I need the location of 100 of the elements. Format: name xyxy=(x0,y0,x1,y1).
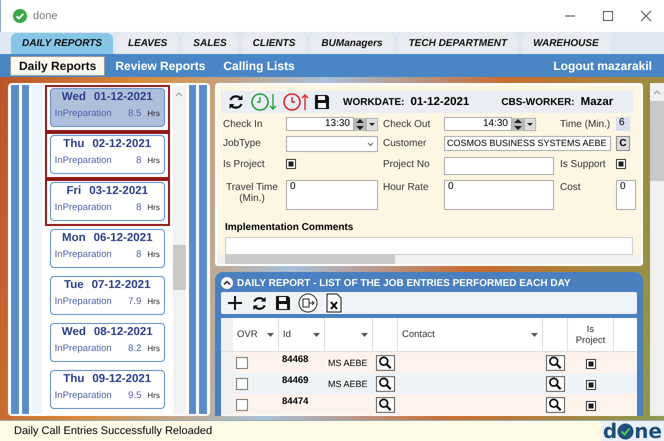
scrollbar[interactable] xyxy=(172,85,186,414)
caret-icon xyxy=(367,142,374,146)
tab[interactable]: DAILY REPORTS xyxy=(11,33,114,54)
status: InPreparation xyxy=(54,390,112,401)
weekday: Wed xyxy=(62,326,86,338)
time-minutes-field: 6 xyxy=(616,117,630,131)
day-card[interactable]: Thu 09-12-2021 InPreparation 9.5 Hrs xyxy=(50,370,165,409)
checkbox[interactable] xyxy=(586,400,596,410)
header-corner xyxy=(221,318,233,351)
export-icon[interactable] xyxy=(298,293,318,313)
filter-icon[interactable] xyxy=(267,332,274,336)
search-icon[interactable] xyxy=(546,396,565,414)
collapse-icon[interactable] xyxy=(221,277,233,289)
checkbox[interactable] xyxy=(236,356,248,368)
spinner-icon[interactable] xyxy=(354,118,366,130)
day-card[interactable]: Mon 06-12-2021 InPreparation 8 Hrs xyxy=(50,229,165,268)
column-header[interactable]: OVR xyxy=(233,318,279,351)
comments-field[interactable] xyxy=(225,237,633,255)
filter-icon[interactable] xyxy=(531,332,538,336)
status: InPreparation xyxy=(54,343,112,354)
field-label: Check Out xyxy=(383,118,432,130)
search-icon[interactable] xyxy=(376,374,395,392)
column-header[interactable]: Is Project xyxy=(568,318,614,351)
customer-button[interactable]: C xyxy=(616,136,630,151)
refresh-icon[interactable] xyxy=(227,93,245,111)
logout-link[interactable]: Logout mazarakil xyxy=(545,56,660,76)
plus-icon[interactable] xyxy=(227,295,243,311)
cost-field[interactable]: 0 xyxy=(616,180,636,210)
column-header[interactable]: Id xyxy=(279,318,325,351)
worker-label: CBS-WORKER: xyxy=(501,96,575,108)
field-label: Travel Time (Min.) xyxy=(225,181,279,204)
day-card[interactable]: Tue 07-12-2021 InPreparation 7.9 Hrs xyxy=(50,276,165,315)
scrollbar[interactable] xyxy=(650,83,664,416)
spreadsheet-file-icon[interactable] xyxy=(326,293,342,313)
checkbox[interactable] xyxy=(586,358,596,368)
search-icon[interactable] xyxy=(546,374,565,392)
nav-link[interactable]: Calling Lists xyxy=(215,56,303,76)
chevron-up-icon[interactable] xyxy=(175,91,184,97)
day-card[interactable]: Wed 08-12-2021 InPreparation 8.2 Hrs xyxy=(50,323,165,362)
nav-link[interactable]: Review Reports xyxy=(107,56,214,76)
dropdown-icon[interactable] xyxy=(524,118,536,130)
save-icon[interactable] xyxy=(315,95,329,109)
clock-down-icon[interactable] xyxy=(251,92,277,112)
scroll-thumb[interactable] xyxy=(225,255,395,264)
column-header[interactable]: Contact xyxy=(398,318,543,351)
tab[interactable]: LEAVES xyxy=(117,33,178,54)
scroll-thumb[interactable] xyxy=(172,245,186,290)
check-circle-icon xyxy=(617,422,634,440)
checkbox[interactable] xyxy=(236,378,248,390)
date: 03-12-2021 xyxy=(89,185,148,197)
weekday: Thu xyxy=(63,138,84,150)
search-icon[interactable] xyxy=(546,354,565,372)
tab[interactable]: BUManagers xyxy=(310,33,394,54)
dropdown-icon[interactable] xyxy=(366,118,378,130)
table-cell: 84474 xyxy=(282,396,308,407)
tab[interactable]: WAREHOUSE xyxy=(522,33,610,54)
scroll-thumb[interactable] xyxy=(650,101,664,181)
workdate-value: 01-12-2021 xyxy=(410,96,470,108)
status: InPreparation xyxy=(54,108,112,119)
spinner-icon[interactable] xyxy=(512,118,524,130)
travel-time-field[interactable]: 0 xyxy=(286,180,378,210)
search-icon[interactable] xyxy=(376,354,395,372)
weekday: Wed xyxy=(62,91,86,103)
time-field[interactable]: 14:30 xyxy=(444,117,512,131)
close-icon[interactable] xyxy=(640,10,652,22)
checkbox[interactable] xyxy=(586,380,596,390)
status: InPreparation xyxy=(54,249,112,260)
time-field[interactable]: 13:30 xyxy=(286,117,354,131)
field-label: Project No xyxy=(383,158,431,170)
checkbox[interactable] xyxy=(616,159,626,169)
date: 07-12-2021 xyxy=(92,279,150,291)
maximize-icon[interactable] xyxy=(602,10,614,22)
hour-rate-field[interactable]: 0 xyxy=(444,180,554,210)
scrollbar[interactable] xyxy=(217,255,641,264)
date: 08-12-2021 xyxy=(94,326,153,338)
day-card[interactable]: Thu 02-12-2021 InPreparation 8 Hrs xyxy=(50,135,165,174)
save-icon[interactable] xyxy=(276,296,290,310)
tab[interactable]: SALES xyxy=(182,33,238,54)
field-label: Customer xyxy=(383,137,428,149)
table-cell: 84468 xyxy=(282,354,308,365)
hours-unit: Hrs xyxy=(147,250,160,259)
date: 09-12-2021 xyxy=(92,373,152,385)
panel-title: DAILY REPORT - LIST OF THE JOB ENTRIES PERFORMED EACH DAY xyxy=(237,278,571,288)
clock-up-icon[interactable] xyxy=(283,92,309,112)
refresh-icon[interactable] xyxy=(251,294,268,312)
field-label: Hour Rate xyxy=(383,181,430,193)
checkbox[interactable] xyxy=(286,159,296,169)
filter-icon[interactable] xyxy=(361,332,368,336)
filter-icon[interactable] xyxy=(313,332,320,336)
day-card[interactable]: Wed 01-12-2021 InPreparation 8.5 Hrs xyxy=(50,88,165,127)
search-icon[interactable] xyxy=(376,396,395,414)
checkbox[interactable] xyxy=(236,398,248,410)
customer-field[interactable]: COSMOS BUSINESS SYSTEMS AEBE xyxy=(444,136,611,151)
tab[interactable]: CLIENTS xyxy=(242,33,306,54)
hours-unit: Hrs xyxy=(147,203,160,212)
status: InPreparation xyxy=(54,296,112,307)
tab[interactable]: TECH DEPARTMENT xyxy=(398,33,518,54)
project-no-field[interactable] xyxy=(444,157,554,175)
day-card[interactable]: Fri 03-12-2021 InPreparation 8 Hrs xyxy=(50,182,165,221)
nav-link[interactable]: Daily Reports xyxy=(10,56,106,76)
